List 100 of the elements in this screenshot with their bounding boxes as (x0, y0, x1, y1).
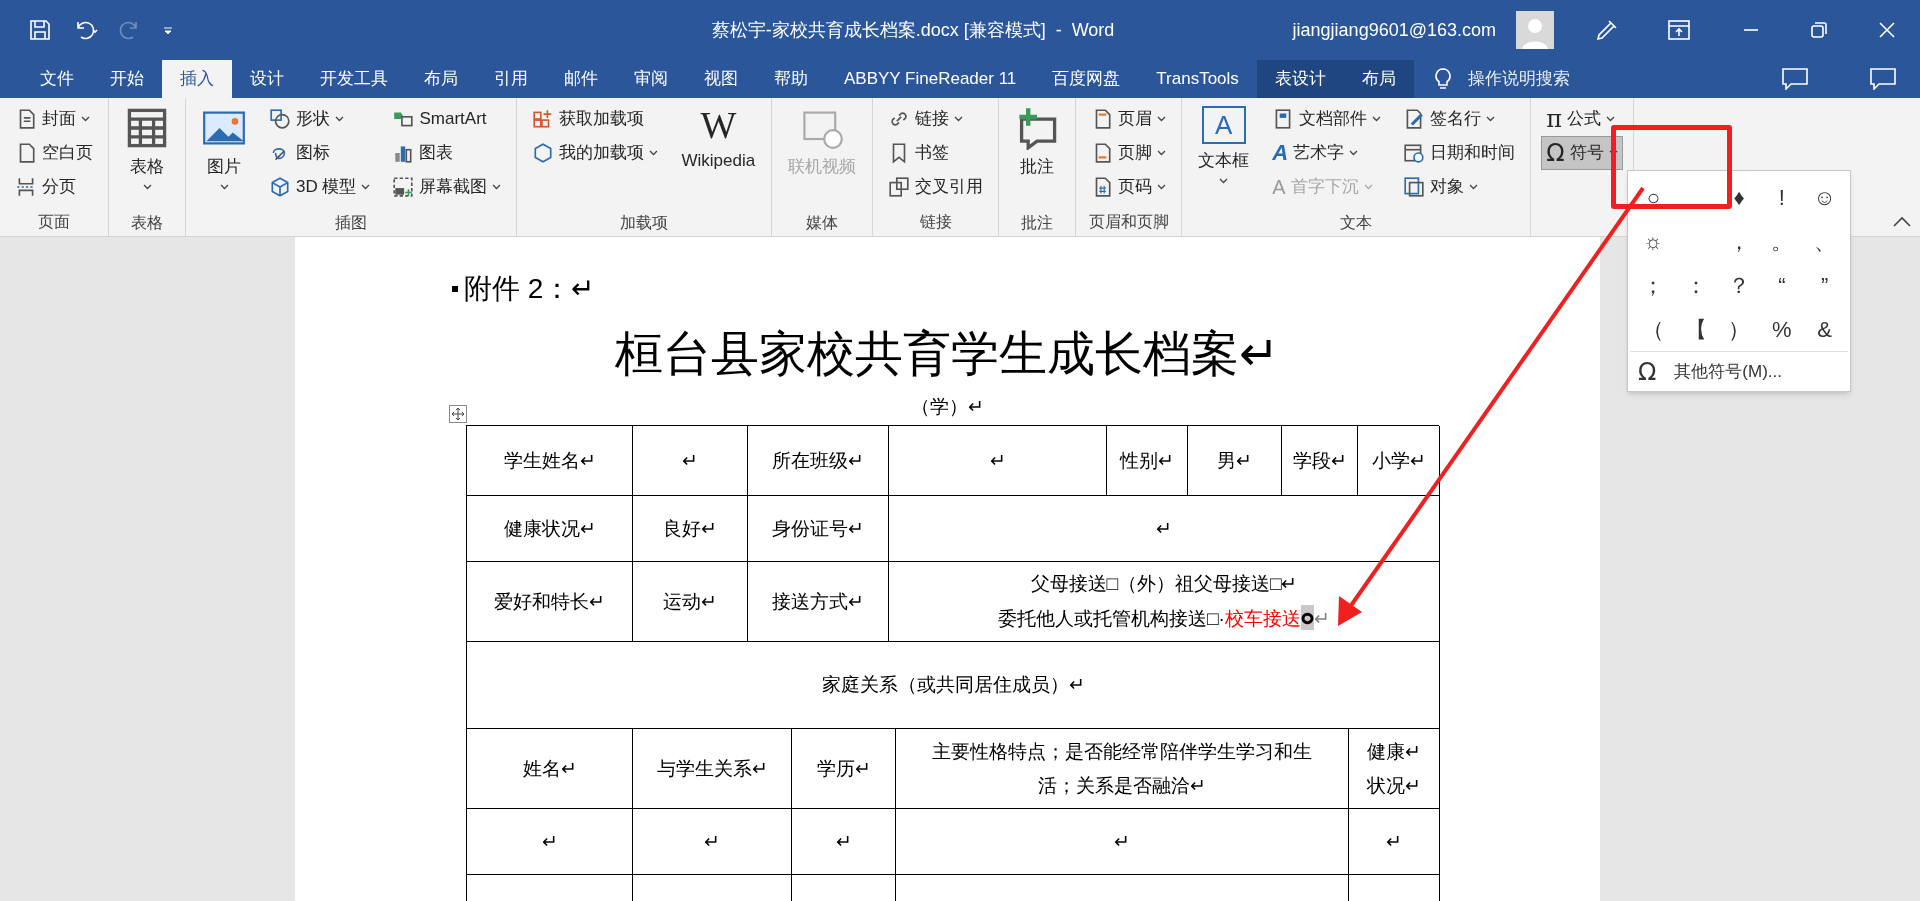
group-label: 文本 (1340, 213, 1373, 233)
ribbon-button[interactable]: Ω 符号 (1541, 136, 1623, 170)
symbol-option[interactable]: ； (1632, 263, 1675, 307)
ribbon-button[interactable]: 对象 (1398, 170, 1521, 204)
ribbon-button[interactable]: 空白页 (10, 136, 98, 170)
ribbon-button[interactable]: 页码 (1086, 170, 1172, 204)
ribbon-tab[interactable]: 帮助 (756, 60, 826, 98)
group-label: 链接 (919, 212, 952, 232)
cell-text: 父母接送□（外）祖父母接送□↵ (1030, 572, 1298, 596)
cell-text: ↵ (835, 829, 852, 854)
symbol-option[interactable]: “ (1760, 263, 1804, 307)
document-subtitle: （学）↵ (910, 394, 984, 419)
symbol-option[interactable]: ， (1717, 219, 1761, 263)
cell-text: 姓名↵ (522, 756, 577, 781)
cell-text: ↵ (704, 829, 720, 854)
ribbon-tab[interactable]: 邮件 (546, 60, 616, 98)
text-box-icon: A (1201, 106, 1246, 144)
ribbon-tab[interactable]: ABBYY FineReader 11 (826, 60, 1035, 98)
ribbon-button[interactable]: 日期和时间 (1398, 136, 1521, 170)
window-title: 蔡松宇-家校共育成长档案.docx [兼容模式] - Word (711, 18, 1115, 42)
group-label: 页眉和页脚 (1088, 212, 1169, 232)
ribbon-button[interactable]: 封面 (10, 102, 98, 136)
ribbon-button[interactable]: 图表 (387, 136, 507, 170)
symbol-option[interactable]: ☼ (1632, 219, 1675, 263)
group-label: 插图 (335, 213, 368, 233)
symbol-option[interactable]: （ (1632, 307, 1675, 351)
symbol-option[interactable]: & (1803, 307, 1846, 351)
ribbon-button[interactable]: A 艺术字 (1267, 136, 1387, 170)
symbol-option[interactable]: ○ (1632, 175, 1675, 219)
ribbon-button[interactable]: 页脚 (1086, 136, 1172, 170)
cell-text: 身份证号↵ (772, 516, 864, 541)
cell-text: 运动↵ (663, 589, 717, 614)
ribbon-button[interactable]: 文档部件 (1267, 102, 1387, 136)
ribbon-button[interactable]: 页眉 (1086, 102, 1172, 136)
symbol-option[interactable]: ! (1760, 175, 1804, 219)
cell-text: ↵ (1386, 829, 1402, 854)
group-label: 媒体 (806, 213, 839, 233)
ribbon-tab[interactable]: 审阅 (616, 60, 686, 98)
ribbon-button[interactable]: 分页 (10, 170, 98, 204)
ribbon-button[interactable]: 表格 (119, 102, 175, 210)
group-label: 表格 (131, 213, 163, 233)
document-title: 桓台县家校共育学生成长档案↵ (615, 326, 1279, 382)
ribbon-tab[interactable]: TransTools (1138, 60, 1257, 98)
symbol-option[interactable]: 。 (1760, 219, 1804, 263)
symbol-option[interactable]: 、 (1803, 219, 1846, 263)
ribbon-button[interactable]: 批注 (1009, 102, 1066, 210)
ribbon-button[interactable]: 书签 (883, 136, 989, 170)
logo-icon: W (700, 106, 737, 144)
ribbon-button[interactable]: π 公式 (1541, 102, 1623, 136)
ribbon-tab[interactable]: 开发工具 (302, 60, 406, 98)
ribbon-button[interactable]: 获取加载项 (527, 102, 664, 136)
ribbon-button[interactable]: 3D 模型 (264, 170, 376, 204)
ribbon-button[interactable]: 屏幕截图 (387, 170, 507, 204)
ribbon-button[interactable]: 图标 (264, 136, 376, 170)
omega-icon: Ω (1546, 141, 1565, 165)
symbol-option[interactable]: ♦ (1717, 175, 1761, 219)
ribbon-tab[interactable]: 设计 (232, 60, 302, 98)
ribbon-button[interactable]: 交叉引用 (883, 170, 989, 204)
ribbon-tab[interactable]: 布局 (1343, 60, 1414, 98)
ribbon-button[interactable]: 我的加载项 (527, 136, 664, 170)
ribbon-button[interactable]: SmartArt (387, 102, 507, 136)
cell-text: 委托他人或托管机构接送□·校车接送○↵ (997, 604, 1331, 632)
ribbon-tab[interactable]: 引用 (476, 60, 546, 98)
cell-text: 健康↵ (1367, 739, 1421, 764)
account-email: jiangjiang9601@163.com (1292, 18, 1496, 42)
search-field[interactable]: 操作说明搜索 (1433, 60, 1570, 98)
cell-text: 家庭关系（或共同居住成员）↵ (821, 673, 1085, 697)
symbol-option[interactable]: ： (1674, 263, 1718, 307)
symbol-option[interactable]: 【 (1674, 307, 1718, 351)
attachment-label: 附件 2：↵ (464, 272, 595, 306)
ribbon-tab[interactable]: 文件 (22, 60, 92, 98)
cell-text: 健康状况↵ (503, 516, 596, 541)
ribbon-tab[interactable]: 百度网盘 (1034, 60, 1139, 98)
wordart-icon: A (1272, 142, 1289, 164)
symbol-option[interactable]: ？ (1717, 263, 1761, 307)
ribbon-tab[interactable]: 开始 (92, 60, 162, 98)
symbol-option[interactable]: ☺ (1803, 175, 1846, 219)
ribbon-tab[interactable]: 视图 (686, 60, 756, 98)
ribbon-tab[interactable]: 表设计 (1256, 60, 1344, 98)
ribbon-button[interactable]: A 文本框 (1192, 102, 1256, 210)
cell-text: 良好↵ (663, 516, 717, 541)
ribbon-button[interactable]: 图片 (196, 102, 252, 210)
ribbon-tab[interactable]: 插入 (162, 60, 232, 98)
ribbon-button[interactable]: 链接 (883, 102, 989, 136)
symbol-option[interactable]: ” (1803, 263, 1846, 307)
ribbon-button[interactable]: W Wikipedia (675, 102, 762, 210)
group-label: 加载项 (620, 213, 669, 233)
cell-text: ↵ (1156, 516, 1172, 541)
cell-text: 所在班级↵ (772, 448, 864, 473)
symbol-option[interactable]: ） (1717, 307, 1761, 351)
cell-text: 爱好和特长↵ (494, 589, 605, 614)
ribbon-button[interactable]: 形状 (264, 102, 376, 136)
cell-text: 性别↵ (1120, 448, 1174, 473)
more-symbols-item[interactable]: Ω 其他符号(M)... (1630, 351, 1848, 391)
ribbon-tab[interactable]: 布局 (406, 60, 476, 98)
cell-text: 接送方式↵ (772, 589, 864, 614)
symbol-option[interactable]: % (1760, 307, 1804, 351)
group-label: 页面 (38, 212, 70, 232)
ribbon-button[interactable]: 签名行 (1398, 102, 1521, 136)
cell-text: ↵ (1114, 829, 1130, 854)
